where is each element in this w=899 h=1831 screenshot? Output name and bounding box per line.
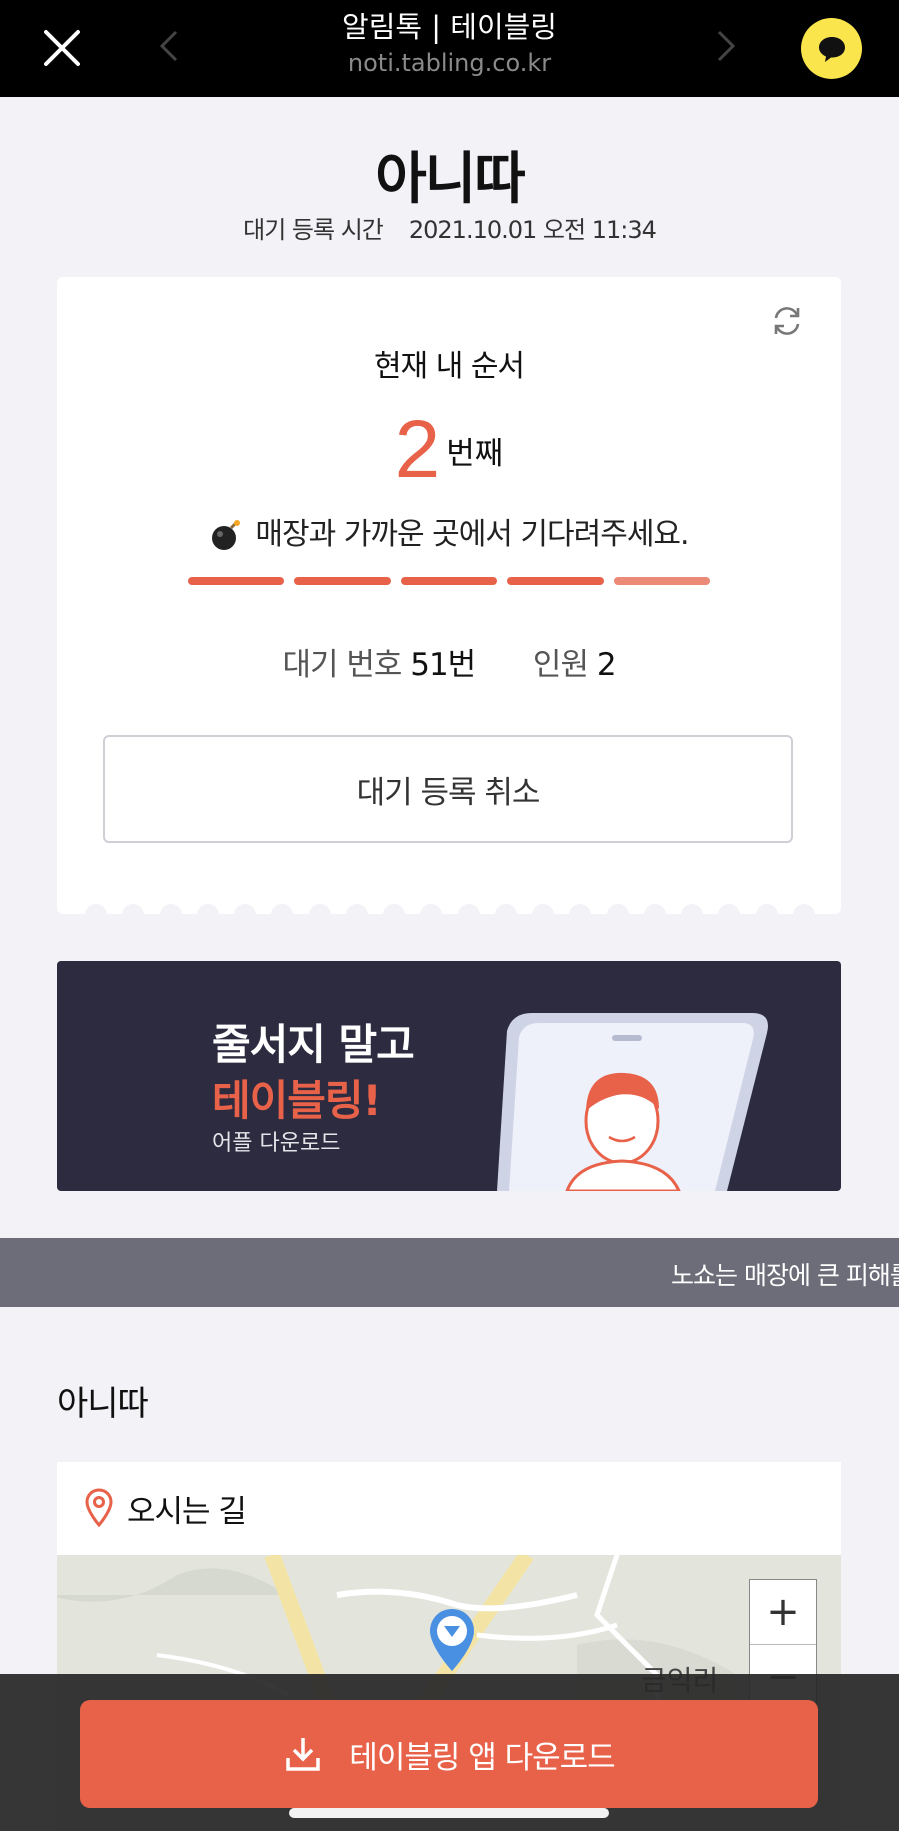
notice-ticker: 노쇼는 매장에 큰 피해를 (0, 1238, 899, 1307)
store-name: 아니따 (57, 1384, 149, 1424)
kakaotalk-button[interactable] (801, 18, 862, 79)
chat-bubble-icon (818, 36, 845, 62)
map-marker-icon (427, 1607, 477, 1677)
app-download-banner[interactable]: 줄서지 말고 테이블링! 어플 다운로드 (57, 961, 841, 1191)
registration-time-value: 2021.10.01 오전 11:34 (408, 216, 657, 244)
banner-line-3: 어플 다운로드 (212, 1131, 341, 1156)
forward-arrow-icon[interactable] (705, 24, 745, 68)
zoom-in-button[interactable]: + (750, 1580, 816, 1645)
notice-text: 노쇼는 매장에 큰 피해를 (671, 1261, 899, 1290)
progress-segment (613, 577, 711, 585)
page-title: 아니따 (375, 147, 526, 212)
location-pin-icon (85, 1488, 113, 1532)
party-size-value: 2 (596, 647, 617, 683)
refresh-icon[interactable] (769, 303, 805, 339)
wait-number-value: 51번 (410, 647, 476, 683)
ticket-perforation (85, 904, 815, 926)
current-order-label: 현재 내 순서 (373, 349, 525, 384)
queue-info: 대기 번호 51번 인원 2 (57, 639, 841, 684)
download-icon (286, 1738, 321, 1771)
party-size-label: 인원 (532, 647, 589, 683)
app-download-label: 테이블링 앱 다운로드 (349, 1739, 615, 1776)
banner-line-2: 테이블링! (212, 1076, 382, 1125)
order-position-number: 2 (394, 404, 441, 495)
progress-segment (188, 577, 285, 585)
wait-message-text: 매장과 가까운 곳에서 기다려주세요. (255, 517, 689, 552)
progress-segment (400, 577, 498, 585)
app-download-button[interactable]: 테이블링 앱 다운로드 (80, 1700, 818, 1808)
bomb-icon (209, 519, 243, 553)
order-position: 2 번째 (57, 403, 841, 497)
progress-segment (507, 577, 604, 585)
directions-header: 오시는 길 (57, 1462, 841, 1556)
home-indicator (289, 1808, 609, 1818)
queue-card: 현재 내 순서 2 번째 매장과 가까운 곳에서 기다려주세요. 대기 번호 51… (57, 277, 841, 926)
queue-progress-bar (188, 577, 711, 587)
registration-time-label: 대기 등록 시간 (243, 216, 384, 244)
progress-segment (294, 577, 391, 585)
phone-illustration (497, 1013, 768, 1191)
wait-message: 매장과 가까운 곳에서 기다려주세요. (57, 509, 841, 553)
banner-line-1: 줄서지 말고 (212, 1020, 415, 1069)
browser-top-bar: 알림톡 | 테이블링 noti.tabling.co.kr (0, 0, 899, 97)
order-position-unit: 번째 (446, 435, 504, 472)
browser-url: noti.tabling.co.kr (347, 49, 552, 77)
registration-time: 대기 등록 시간 2021.10.01 오전 11:34 (0, 210, 899, 245)
wait-number-label: 대기 번호 (282, 647, 402, 683)
directions-label: 오시는 길 (127, 1494, 247, 1530)
browser-title-text: 알림톡 | 테이블링 (342, 10, 557, 44)
cancel-registration-button[interactable]: 대기 등록 취소 (103, 735, 793, 843)
browser-title: 알림톡 | 테이블링 noti.tabling.co.kr (0, 8, 899, 80)
